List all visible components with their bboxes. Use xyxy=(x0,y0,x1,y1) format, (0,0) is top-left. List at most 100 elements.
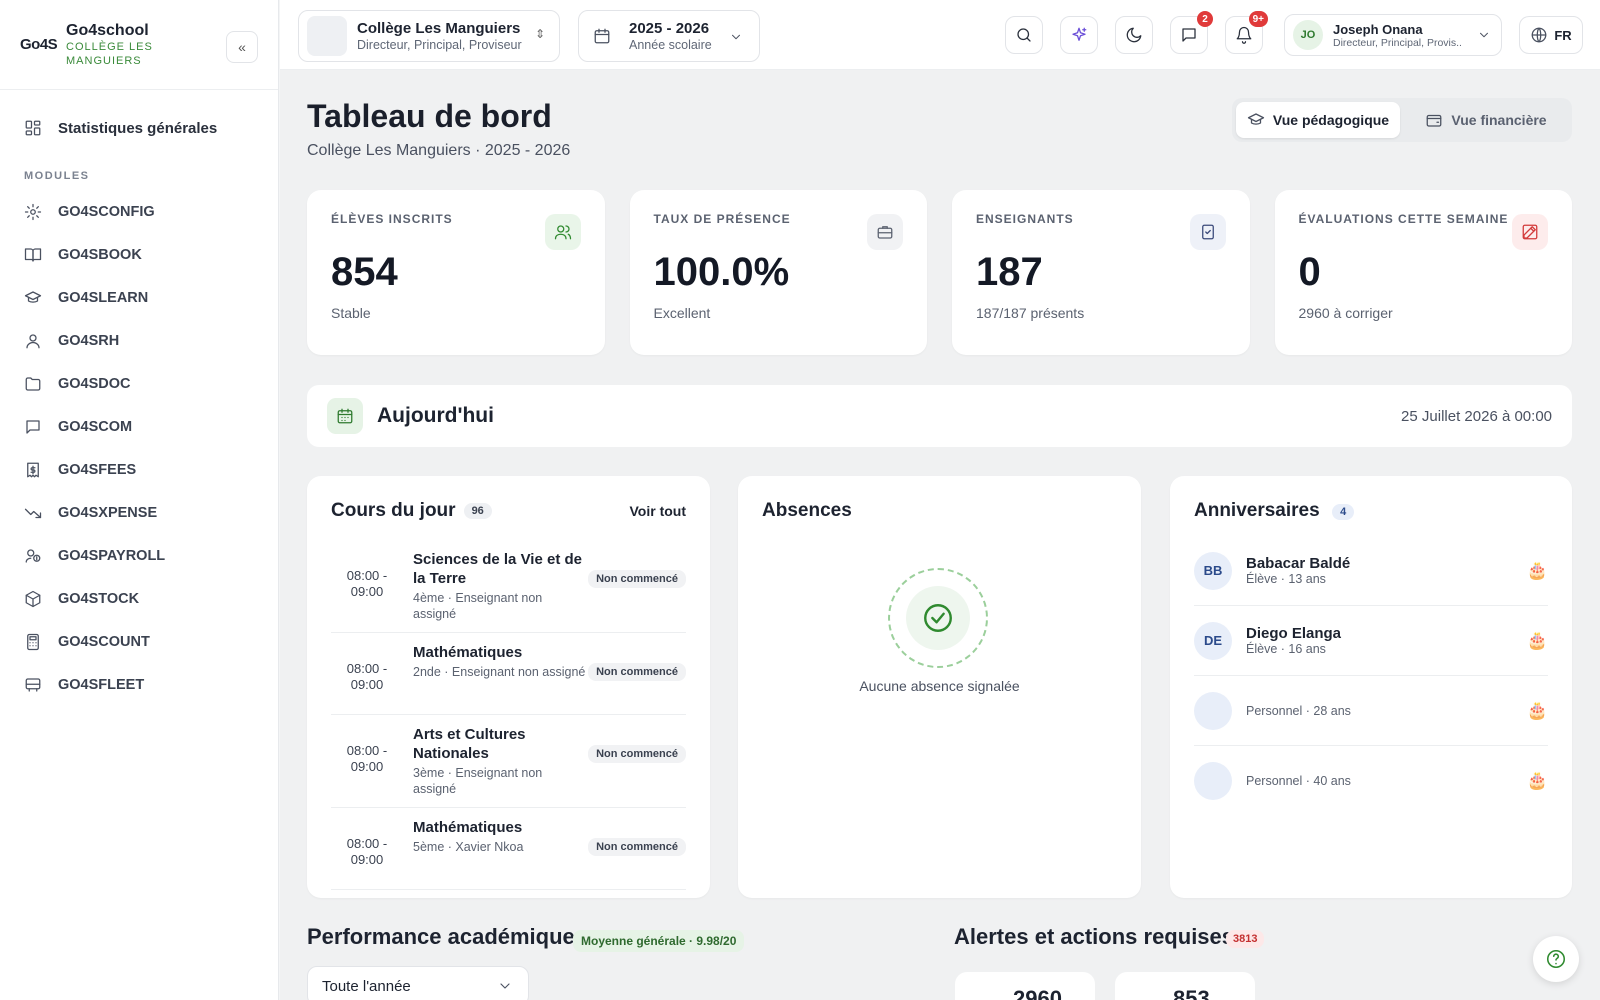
school-selector[interactable]: Collège Les Manguiers Directeur, Princip… xyxy=(298,10,560,62)
absences-empty-illustration xyxy=(888,568,988,668)
stat-value: 854 xyxy=(331,250,398,294)
stat-card-enseignants: Enseignants 187 187/187 présents xyxy=(952,190,1250,355)
performance-title: Performance académique xyxy=(307,924,575,949)
alert-card[interactable]: 2960 xyxy=(955,972,1095,1000)
sidebar-item-go4sbook[interactable]: GO4SBOOK xyxy=(0,233,278,276)
sidebar-item-go4sconfig[interactable]: GO4SCONFIG xyxy=(0,190,278,233)
course-row[interactable]: 08:00 -09:00 Mathématiques 2nde · Enseig… xyxy=(331,633,686,715)
course-meta: 3ème · Enseignant non assigné xyxy=(413,766,543,796)
briefcase-icon xyxy=(867,214,903,250)
avatar xyxy=(1194,691,1232,730)
bus-icon xyxy=(24,676,42,694)
language-label: FR xyxy=(1554,27,1572,43)
stat-card-presence: Taux de présence 100.0% Excellent xyxy=(629,190,927,355)
trending-down-icon xyxy=(24,504,42,522)
check-circle-icon xyxy=(921,601,955,635)
today-title: Aujourd'hui xyxy=(377,404,494,427)
user-icon xyxy=(24,332,42,350)
alert-value: 853 xyxy=(1173,986,1210,1000)
sidebar-item-label: GO4SFEES xyxy=(58,461,137,478)
sidebar-item-go4stock[interactable]: GO4STOCK xyxy=(0,577,278,620)
year-label: Année scolaire xyxy=(629,38,712,52)
sidebar-item-label: GO4STOCK xyxy=(58,590,140,607)
sidebar-item-go4srh[interactable]: GO4SRH xyxy=(0,319,278,362)
course-time: 08:00 -09:00 xyxy=(346,836,388,867)
sidebar-item-go4sdoc[interactable]: GO4SDOC xyxy=(0,362,278,405)
sidebar-item-go4spayroll[interactable]: GO4SPAYROLL xyxy=(0,534,278,577)
help-button[interactable] xyxy=(1533,936,1579,982)
help-circle-icon xyxy=(1545,948,1567,970)
notifications-button[interactable]: 9+ xyxy=(1225,11,1268,54)
sidebar-item-go4sfleet[interactable]: GO4SFLEET xyxy=(0,663,278,706)
stat-card-eleves: Élèves inscrits 854 Stable xyxy=(307,190,605,355)
course-row[interactable]: 08:00 -09:00 Sciences de la Vie et de la… xyxy=(331,540,686,633)
performance-average-badge: Moyenne générale · 9.98/20 xyxy=(573,930,745,952)
gear-icon xyxy=(24,203,42,221)
page-title: Tableau de bord xyxy=(307,98,552,134)
birthday-row[interactable]: Personnel · 40 ans 🎂 xyxy=(1194,746,1548,816)
sidebar-item-statistiques[interactable]: Statistiques générales xyxy=(0,114,278,142)
alerts-count-badge: 3813 xyxy=(1226,930,1265,948)
message-icon xyxy=(24,418,42,436)
calculator-icon xyxy=(24,633,42,651)
brand: Go4S Go4school COLLÈGE LES MANGUIERS « xyxy=(0,0,278,90)
graduation-cap-icon xyxy=(24,289,42,307)
course-name: Mathématiques xyxy=(413,819,523,836)
search-button[interactable] xyxy=(1005,16,1043,54)
chevron-down-icon xyxy=(727,28,745,46)
birthdays-panel: Anniversaires 4 BB Babacar Baldé Élève ·… xyxy=(1170,476,1572,898)
sidebar-item-go4scom[interactable]: GO4SCOM xyxy=(0,405,278,448)
tab-label: Vue pédagogique xyxy=(1272,112,1390,128)
courses-panel: Cours du jour 96 Voir tout 08:00 -09:00 … xyxy=(307,476,710,898)
language-button[interactable]: FR xyxy=(1519,16,1583,54)
stat-note: 187/187 présents xyxy=(976,305,1085,321)
course-time: 08:00 -09:00 xyxy=(346,568,388,599)
sidebar-item-go4sfees[interactable]: GO4SFEES xyxy=(0,448,278,491)
sidebar-item-go4sxpense[interactable]: GO4SXPENSE xyxy=(0,491,278,534)
search-icon xyxy=(1015,26,1033,44)
theme-toggle-button[interactable] xyxy=(1115,16,1153,54)
brand-name: Go4school xyxy=(66,21,149,39)
today-date: 25 Juillet 2026 à 00:00 xyxy=(1401,407,1552,425)
cake-icon: 🎂 xyxy=(1526,630,1548,650)
calendar-icon xyxy=(327,398,363,434)
birthday-row[interactable]: Personnel · 28 ans 🎂 xyxy=(1194,676,1548,746)
course-meta: 2nde · Enseignant non assigné xyxy=(413,665,586,679)
course-row[interactable]: 08:00 -09:00 Arts et Cultures Nationales… xyxy=(331,715,686,808)
birthday-row[interactable]: BB Babacar Baldé Élève · 13 ans 🎂 xyxy=(1194,536,1548,606)
see-all-link[interactable]: Voir tout xyxy=(629,503,686,519)
sidebar-item-go4scount[interactable]: GO4SCOUNT xyxy=(0,620,278,663)
sidebar: Go4S Go4school COLLÈGE LES MANGUIERS « S… xyxy=(0,0,279,1000)
course-name: Mathématiques xyxy=(413,644,523,661)
modules-nav: GO4SCONFIG GO4SBOOK GO4SLEARN GO4SRH GO4… xyxy=(0,190,278,706)
user-menu[interactable]: JO Joseph Onana Directeur, Principal, Pr… xyxy=(1284,14,1502,56)
collapse-sidebar-button[interactable]: « xyxy=(226,31,258,63)
year-value: 2025 - 2026 xyxy=(629,20,710,37)
tab-label: Vue financière xyxy=(1451,112,1547,128)
year-selector[interactable]: 2025 - 2026 Année scolaire xyxy=(578,10,760,62)
messages-button[interactable]: 2 xyxy=(1170,11,1213,54)
chevron-down-icon xyxy=(1475,26,1493,44)
sidebar-item-label: GO4SCOM xyxy=(58,418,133,435)
course-name: Sciences de la Vie et de la Terre xyxy=(413,551,582,587)
top-bar: Collège Les Manguiers Directeur, Princip… xyxy=(280,0,1600,70)
tab-vue-financiere[interactable]: Vue financière xyxy=(1404,102,1568,138)
ai-assistant-button[interactable] xyxy=(1060,16,1098,54)
stat-label: Évaluations cette semaine xyxy=(1298,212,1509,226)
view-switch: Vue pédagogique Vue financière xyxy=(1232,98,1572,142)
book-icon xyxy=(24,246,42,264)
course-time: 08:00 -09:00 xyxy=(346,743,388,774)
stat-value: 0 xyxy=(1298,250,1321,294)
box-icon xyxy=(24,590,42,608)
tab-vue-pedagogique[interactable]: Vue pédagogique xyxy=(1236,102,1400,138)
stat-note: 2960 à corriger xyxy=(1298,305,1393,321)
sidebar-item-label: GO4SXPENSE xyxy=(58,504,158,521)
course-row[interactable]: 08:00 -09:00 Mathématiques 5ème · Xavier… xyxy=(331,808,686,890)
performance-period-select[interactable]: Toute l'année xyxy=(307,966,529,1000)
brand-school: COLLÈGE LES MANGUIERS xyxy=(66,40,153,67)
chevrons-up-down-icon: ⇕ xyxy=(534,27,545,41)
absences-empty-text: Aucune absence signalée xyxy=(859,678,1020,694)
sidebar-item-go4slearn[interactable]: GO4SLEARN xyxy=(0,276,278,319)
alert-card[interactable]: 853 xyxy=(1115,972,1255,1000)
birthday-row[interactable]: DE Diego Elanga Élève · 16 ans 🎂 xyxy=(1194,606,1548,676)
